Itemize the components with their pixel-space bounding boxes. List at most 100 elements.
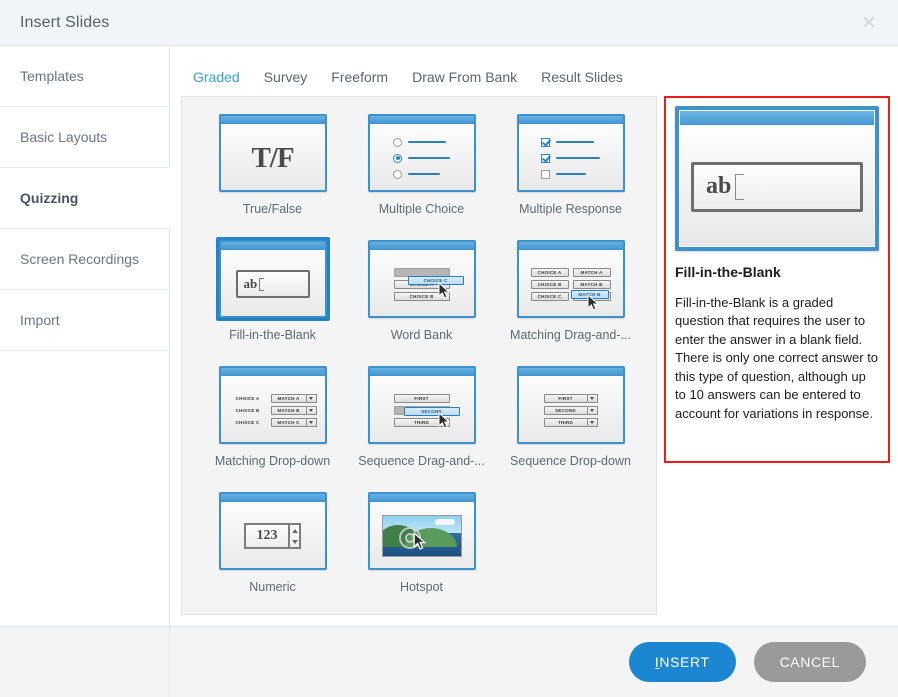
slide-type-multiple-choice[interactable]: Multiple Choice (347, 111, 496, 237)
content-area: Graded Survey Freeform Draw From Bank Re… (170, 46, 898, 626)
slide-type-sequence-drop-down[interactable]: FIRST SECOND (496, 363, 645, 489)
slide-type-word-bank[interactable]: CHOICE A CHOICE B CHOICE C (347, 237, 496, 363)
preview-thumbnail-titlebar (680, 111, 874, 126)
matching-row: CHOICE A MATCH A (229, 394, 317, 403)
thumbnail: ab (219, 240, 327, 318)
preview-thumbnail-face: ab (680, 127, 874, 246)
sidebar-item-screen-recordings[interactable]: Screen Recordings (0, 229, 170, 290)
slide-type-true-false[interactable]: T/F True/False (198, 111, 347, 237)
tab-draw-from-bank[interactable]: Draw From Bank (400, 69, 529, 85)
option-line (556, 141, 594, 144)
sidebar-item-templates[interactable]: Templates (0, 46, 170, 107)
thumbnail-face: CHOICE A MATCH A CHOICE B MATCH B (519, 252, 623, 316)
thumbnail: CHOICE A MATCH A CHOICE B (219, 366, 327, 444)
tab-graded[interactable]: Graded (181, 69, 252, 85)
thumbnail: 123 (219, 492, 327, 570)
insert-button[interactable]: INSERT (629, 642, 736, 682)
insert-label-rest: NSERT (659, 654, 709, 670)
slide-type-matching-drop-down[interactable]: CHOICE A MATCH A CHOICE B (198, 363, 347, 489)
option-line (556, 173, 586, 176)
first-chip: FIRST (394, 394, 450, 403)
option-row (541, 138, 600, 147)
thumbnail-face (370, 126, 474, 190)
option-line (408, 141, 446, 144)
text-caret-icon (735, 174, 744, 200)
preview-title: Fill-in-the-Blank (675, 264, 879, 280)
preview-blank-field-text: ab (706, 173, 731, 200)
third-value: THIRD (544, 418, 588, 427)
slide-type-label: Matching Drag-and-... (510, 328, 631, 342)
chevron-down-icon (307, 418, 317, 427)
dropdown: MATCH B (271, 406, 317, 415)
dialog-title: Insert Slides (20, 14, 109, 32)
radio-selected-icon (393, 154, 402, 163)
chevron-down-icon (588, 418, 598, 427)
tab-bar: Graded Survey Freeform Draw From Bank Re… (170, 58, 898, 96)
thumbnail-face: FIRST THIRD SECOND (370, 378, 474, 442)
thumbnail-face: FIRST SECOND (519, 378, 623, 442)
match-a-chip: MATCH A (573, 268, 611, 277)
cancel-button[interactable]: CANCEL (754, 642, 866, 682)
sidebar-item-import[interactable]: Import (0, 290, 170, 351)
sidebar: Templates Basic Layouts Quizzing Screen … (0, 46, 170, 626)
matching-drag-art: CHOICE A MATCH A CHOICE B MATCH B (531, 268, 611, 301)
slide-type-label: Matching Drop-down (215, 454, 330, 468)
tab-freeform[interactable]: Freeform (319, 69, 400, 85)
thumbnail-titlebar (519, 242, 623, 251)
option-row (393, 170, 450, 179)
tab-result-slides[interactable]: Result Slides (529, 69, 635, 85)
dropdown: MATCH C (271, 418, 317, 427)
sidebar-item-quizzing[interactable]: Quizzing (0, 168, 170, 229)
thumbnail-frame: CHOICE A MATCH A CHOICE B (216, 363, 330, 447)
sidebar-item-label: Import (20, 312, 60, 328)
thumbnail-titlebar (370, 368, 474, 377)
thumbnail: FIRST THIRD SECOND (368, 366, 476, 444)
blank-field: ab (236, 270, 310, 298)
thumbnail-face: ab (221, 252, 325, 316)
second-value: SECOND (544, 406, 588, 415)
checkbox-icon (541, 170, 550, 179)
close-icon[interactable]: ✕ (854, 8, 884, 38)
thumbnail-frame: CHOICE A CHOICE B CHOICE C (365, 237, 479, 321)
slide-type-multiple-response[interactable]: Multiple Response (496, 111, 645, 237)
slide-type-fill-in-the-blank[interactable]: ab Fill-in-the-Blank (198, 237, 347, 363)
thumbnail-frame (365, 111, 479, 195)
thumbnail-face: 123 (221, 504, 325, 568)
tab-survey[interactable]: Survey (252, 69, 320, 85)
slide-type-hotspot[interactable]: Hotspot (347, 489, 496, 615)
thumbnail-face (519, 126, 623, 190)
slide-type-label: Sequence Drop-down (510, 454, 631, 468)
thumbnail-titlebar (519, 116, 623, 125)
slide-type-sequence-drag-and-drop[interactable]: FIRST THIRD SECOND (347, 363, 496, 489)
slide-type-grid: T/F True/False (182, 111, 656, 615)
dropdown: SECOND (544, 406, 598, 415)
sidebar-item-label: Basic Layouts (20, 129, 107, 145)
option-list (541, 138, 600, 179)
option-row (393, 154, 450, 163)
choice-b-chip: CHOICE B (531, 280, 569, 289)
sidebar-item-label: Quizzing (20, 190, 78, 206)
content-inner: T/F True/False (170, 96, 898, 626)
stepper-arrows-icon (288, 523, 301, 549)
third-chip: THIRD (394, 418, 450, 427)
choice-b-label: CHOICE B (229, 406, 267, 415)
matching-row: CHOICE B MATCH B (531, 280, 611, 289)
cloud-shape (435, 519, 455, 525)
thumbnail: CHOICE A CHOICE B CHOICE C (368, 240, 476, 318)
slide-type-label: Numeric (249, 580, 296, 594)
slide-type-label: Multiple Response (519, 202, 622, 216)
thumbnail-titlebar (221, 116, 325, 125)
matching-row: CHOICE B MATCH B (229, 406, 317, 415)
dialog-titlebar: Insert Slides ✕ (0, 0, 898, 46)
thumbnail-frame: 123 (216, 489, 330, 573)
slide-type-matching-drag-and-drop[interactable]: CHOICE A MATCH A CHOICE B MATCH B (496, 237, 645, 363)
checkbox-checked-icon (541, 154, 550, 163)
chevron-down-icon (588, 406, 598, 415)
thumbnail-frame: FIRST THIRD SECOND (365, 363, 479, 447)
thumbnail (368, 114, 476, 192)
matching-dropdown-art: CHOICE A MATCH A CHOICE B (229, 394, 317, 427)
thumbnail-frame: FIRST SECOND (514, 363, 628, 447)
dialog-body: Templates Basic Layouts Quizzing Screen … (0, 46, 898, 626)
sidebar-item-basic-layouts[interactable]: Basic Layouts (0, 107, 170, 168)
slide-type-numeric[interactable]: 123 Numeric (198, 489, 347, 615)
